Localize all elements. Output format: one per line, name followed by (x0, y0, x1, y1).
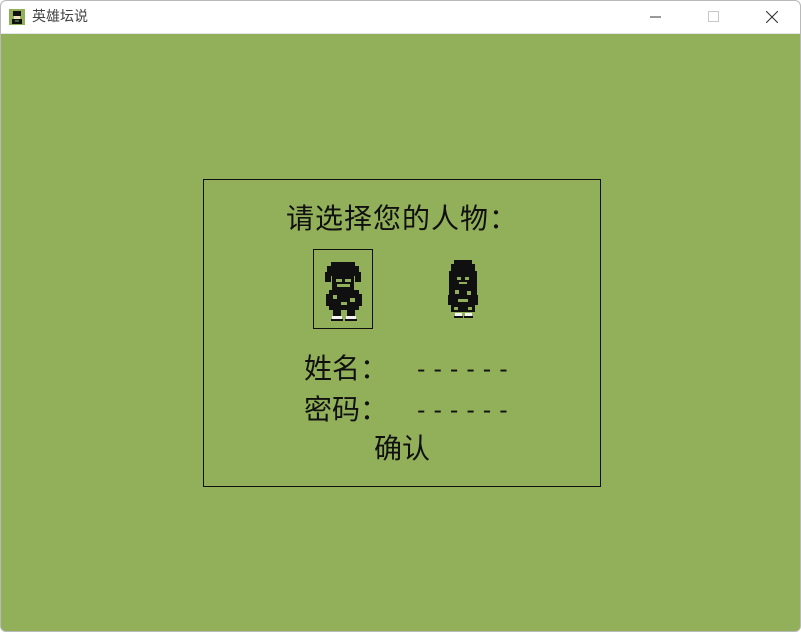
window-title: 英雄坛说 (32, 9, 88, 25)
game-canvas: 请选择您的人物： 姓名： ------ 密码： ------ 确认 (1, 34, 800, 631)
confirm-button[interactable]: 确认 (204, 432, 600, 466)
name-label: 姓名： (304, 352, 389, 385)
male-hero-sprite-icon (325, 262, 362, 321)
select-character-prompt: 请选择您的人物： (285, 202, 518, 235)
name-input[interactable]: ------ (414, 352, 513, 386)
maximize-button[interactable] (685, 1, 743, 33)
maximize-icon (708, 11, 719, 22)
title-bar[interactable]: 英雄坛说 (1, 1, 800, 34)
app-window: 英雄坛说 请选择您的人物： 姓名： ------ 密码： ------ 确认 (0, 0, 801, 632)
password-label: 密码： (304, 393, 389, 426)
minimize-icon (650, 16, 661, 18)
character-option-female[interactable] (434, 249, 494, 329)
close-button[interactable] (743, 1, 800, 33)
password-input[interactable]: ------ (414, 393, 513, 427)
close-icon (766, 11, 778, 23)
minimize-button[interactable] (627, 1, 685, 33)
character-option-male[interactable] (313, 249, 373, 329)
hero-portrait-icon (9, 9, 25, 25)
character-select-panel: 请选择您的人物： 姓名： ------ 密码： ------ 确认 (203, 179, 601, 487)
female-hero-sprite-icon (448, 260, 478, 318)
